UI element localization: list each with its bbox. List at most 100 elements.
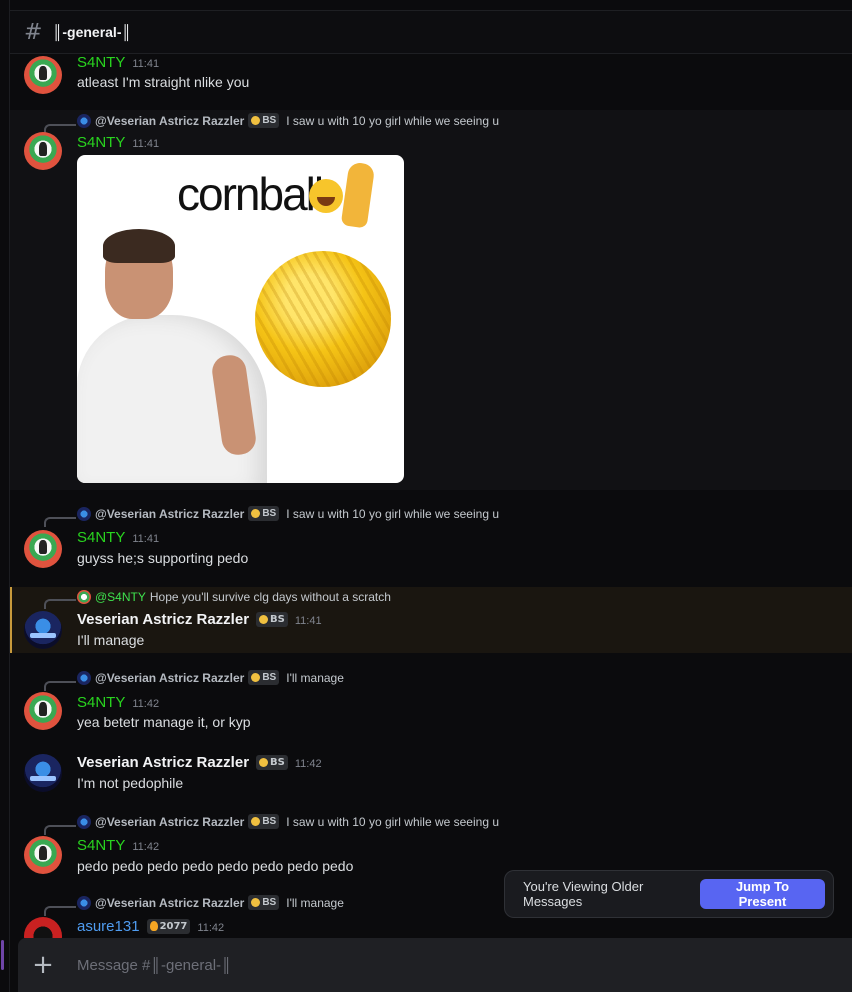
reply-author[interactable]: @Veserian Astricz Razzler — [95, 896, 244, 910]
reply-text: I'll manage — [286, 670, 344, 685]
reply-author[interactable]: @Veserian Astricz Razzler — [95, 507, 244, 521]
timestamp: 11:42 — [294, 758, 322, 770]
reply-preview[interactable]: @Veserian Astricz Razzler BS I saw u wit… — [77, 506, 499, 521]
reply-text: I saw u with 10 yo girl while we seeing … — [286, 814, 500, 829]
reply-avatar — [77, 590, 91, 604]
reply-text: I'll manage — [286, 895, 344, 910]
reply-text: I saw u with 10 yo girl while we seeing … — [286, 113, 500, 128]
role-tag: BS — [248, 506, 280, 521]
avatar[interactable] — [24, 530, 62, 568]
skull-icon — [259, 758, 269, 767]
message-item[interactable]: @Veserian Astricz Razzler BS I saw u wit… — [10, 110, 852, 490]
timestamp: 11:42 — [132, 698, 160, 710]
mention-message[interactable]: @S4NTY Hope you'll survive clg days with… — [10, 587, 852, 653]
timestamp: 11:41 — [132, 533, 160, 545]
skull-icon — [251, 898, 261, 907]
corn-ball — [255, 251, 391, 387]
avatar[interactable] — [24, 56, 62, 94]
message-item[interactable]: @Veserian Astricz Razzler BS I'll manage… — [10, 670, 852, 736]
role-tag: BS — [256, 755, 288, 770]
timestamp: 11:42 — [132, 841, 160, 853]
message-text: yea betetr manage it, or kyp — [77, 714, 251, 730]
reply-preview[interactable]: @Veserian Astricz Razzler BS I'll manage — [77, 670, 344, 685]
reply-connector — [44, 681, 76, 691]
avatar[interactable] — [24, 611, 62, 649]
message-text: I'll manage — [77, 632, 145, 648]
reply-author[interactable]: @S4NTY — [95, 590, 146, 604]
message-header: asure131 2077 11:42 — [77, 918, 224, 935]
reply-connector — [44, 599, 76, 609]
message-header: S4NTY 11:41 — [77, 529, 159, 546]
channel-title[interactable]: ║-general-║ — [52, 24, 131, 40]
channel-header: # ║-general-║ — [10, 10, 852, 54]
timestamp: 11:41 — [132, 58, 160, 70]
message-text: guyss he;s supporting pedo — [77, 550, 249, 566]
author-name[interactable]: S4NTY — [77, 529, 125, 546]
reply-author[interactable]: @Veserian Astricz Razzler — [95, 671, 244, 685]
reply-avatar — [77, 506, 91, 521]
author-name[interactable]: S4NTY — [77, 54, 125, 71]
reply-connector — [44, 906, 76, 916]
message-text: atleast I'm straight nlike you — [77, 74, 250, 90]
flame-icon — [149, 921, 158, 931]
message-header: S4NTY 11:42 — [77, 837, 159, 854]
skull-icon — [259, 615, 269, 624]
avatar[interactable] — [24, 917, 62, 938]
image-attachment[interactable]: cornball — [77, 155, 404, 483]
message-composer: + — [18, 938, 852, 992]
server-rail — [0, 0, 10, 992]
avatar[interactable] — [24, 692, 62, 730]
message-header: S4NTY 11:42 — [77, 694, 159, 711]
reply-preview[interactable]: @Veserian Astricz Razzler BS I saw u wit… — [77, 814, 499, 829]
author-name[interactable]: Veserian Astricz Razzler — [77, 611, 249, 628]
timestamp: 11:41 — [294, 615, 322, 627]
message-header: S4NTY 11:41 — [77, 54, 159, 71]
role-tag: BS — [248, 814, 280, 829]
role-tag: BS — [248, 670, 280, 685]
reply-avatar — [77, 670, 91, 685]
skull-icon — [251, 673, 261, 682]
reply-preview[interactable]: @Veserian Astricz Razzler BS I saw u wit… — [77, 113, 499, 128]
skull-icon — [251, 116, 261, 125]
reply-author[interactable]: @Veserian Astricz Razzler — [95, 114, 244, 128]
reply-text: I saw u with 10 yo girl while we seeing … — [286, 506, 500, 521]
reply-avatar — [77, 113, 91, 128]
avatar[interactable] — [24, 836, 62, 874]
reply-avatar — [77, 814, 91, 829]
skull-icon — [251, 509, 261, 518]
role-tag: 2077 — [146, 918, 191, 934]
message-header: Veserian Astricz Razzler BS 11:42 — [77, 754, 322, 771]
plus-icon[interactable]: + — [18, 952, 68, 978]
avatar[interactable] — [24, 754, 62, 792]
older-messages-bar: You're Viewing Older Messages Jump To Pr… — [504, 870, 834, 918]
author-name[interactable]: asure131 — [77, 918, 140, 935]
message-feed[interactable]: S4NTY 11:41 atleast I'm straight nlike y… — [10, 54, 852, 938]
reply-preview[interactable]: @S4NTY Hope you'll survive clg days with… — [77, 590, 391, 604]
reply-connector — [44, 825, 76, 835]
author-name[interactable]: Veserian Astricz Razzler — [77, 754, 249, 771]
author-name[interactable]: S4NTY — [77, 694, 125, 711]
author-name[interactable]: S4NTY — [77, 134, 125, 151]
timestamp: 11:41 — [132, 138, 160, 150]
meme-caption: cornball — [177, 168, 324, 220]
hashtag-icon: # — [24, 19, 43, 45]
skull-icon — [251, 817, 261, 826]
reply-preview[interactable]: @Veserian Astricz Razzler BS I'll manage — [77, 895, 344, 910]
reply-text: Hope you'll survive clg days without a s… — [149, 590, 391, 604]
timestamp: 11:42 — [197, 922, 225, 934]
message-item[interactable]: Veserian Astricz Razzler BS 11:42 I'm no… — [10, 750, 852, 800]
role-tag: BS — [248, 895, 280, 910]
avatar[interactable] — [24, 132, 62, 170]
message-text: I'm not pedophile — [77, 775, 184, 791]
peace-hand-icon — [340, 161, 376, 229]
reply-connector — [44, 517, 76, 527]
role-tag: BS — [256, 612, 288, 627]
message-header: Veserian Astricz Razzler BS 11:41 — [77, 611, 322, 628]
message-input[interactable] — [68, 956, 852, 974]
author-name[interactable]: S4NTY — [77, 837, 125, 854]
message-item[interactable]: S4NTY 11:41 atleast I'm straight nlike y… — [10, 54, 852, 106]
message-item[interactable]: @Veserian Astricz Razzler BS I saw u wit… — [10, 506, 852, 580]
jump-to-present-button[interactable]: Jump To Present — [700, 879, 825, 909]
laughing-emoji-icon — [309, 179, 343, 213]
reply-author[interactable]: @Veserian Astricz Razzler — [95, 815, 244, 829]
